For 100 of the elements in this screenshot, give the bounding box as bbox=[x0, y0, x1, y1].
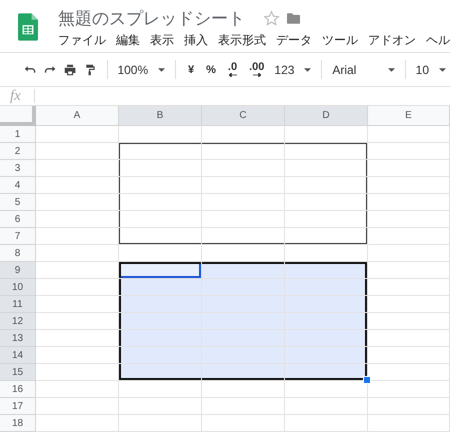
grid-cell[interactable] bbox=[285, 194, 368, 211]
grid-cell[interactable] bbox=[202, 296, 285, 313]
grid-cell[interactable] bbox=[202, 211, 285, 228]
grid-cell[interactable] bbox=[119, 126, 202, 143]
row-header[interactable]: 12 bbox=[0, 313, 36, 330]
grid-cell[interactable] bbox=[36, 415, 119, 432]
grid-cell[interactable] bbox=[119, 398, 202, 415]
grid-cell[interactable] bbox=[285, 313, 368, 330]
column-header[interactable]: B bbox=[119, 106, 202, 126]
grid-cell[interactable] bbox=[285, 245, 368, 262]
dropdown[interactable]: Arial bbox=[328, 62, 399, 76]
grid-cell[interactable] bbox=[368, 245, 450, 262]
row-header[interactable]: 3 bbox=[0, 160, 36, 177]
grid-cell[interactable] bbox=[119, 211, 202, 228]
dropdown[interactable]: 123 bbox=[270, 62, 316, 76]
grid-cell[interactable] bbox=[36, 143, 119, 160]
select-all-corner[interactable] bbox=[0, 106, 36, 126]
grid-cell[interactable] bbox=[368, 279, 450, 296]
grid-cell[interactable] bbox=[119, 279, 202, 296]
grid-cell[interactable] bbox=[368, 211, 450, 228]
row-header[interactable]: 18 bbox=[0, 415, 36, 432]
menu-item[interactable]: 挿入 bbox=[184, 32, 208, 49]
grid-cell[interactable] bbox=[285, 364, 368, 381]
grid-cell[interactable] bbox=[285, 347, 368, 364]
grid-cell[interactable] bbox=[202, 313, 285, 330]
grid-cell[interactable] bbox=[36, 279, 119, 296]
row-header[interactable]: 7 bbox=[0, 228, 36, 245]
grid-cell[interactable] bbox=[285, 177, 368, 194]
grid-cell[interactable] bbox=[119, 313, 202, 330]
grid-cell[interactable] bbox=[119, 177, 202, 194]
row-header[interactable]: 15 bbox=[0, 364, 36, 381]
grid-cell[interactable] bbox=[36, 381, 119, 398]
grid-cell[interactable] bbox=[119, 194, 202, 211]
grid-cell[interactable] bbox=[119, 381, 202, 398]
grid-cell[interactable] bbox=[285, 160, 368, 177]
row-header[interactable]: 17 bbox=[0, 398, 36, 415]
grid-cell[interactable] bbox=[202, 398, 285, 415]
grid-cell[interactable] bbox=[202, 381, 285, 398]
grid-cell[interactable] bbox=[368, 415, 450, 432]
grid-cell[interactable] bbox=[36, 126, 119, 143]
grid-cell[interactable] bbox=[119, 364, 202, 381]
grid-cell[interactable] bbox=[202, 330, 285, 347]
grid-cell[interactable] bbox=[36, 177, 119, 194]
row-header[interactable]: 11 bbox=[0, 296, 36, 313]
row-header[interactable]: 6 bbox=[0, 211, 36, 228]
document-title[interactable]: 無題のスプレッドシート bbox=[58, 6, 245, 30]
menu-item[interactable]: ヘル bbox=[426, 32, 450, 49]
grid-cell[interactable] bbox=[285, 381, 368, 398]
grid-cell[interactable] bbox=[368, 330, 450, 347]
menu-item[interactable]: アドオン bbox=[368, 32, 416, 49]
grid-cell[interactable] bbox=[119, 143, 202, 160]
row-header[interactable]: 4 bbox=[0, 177, 36, 194]
grid-cell[interactable] bbox=[285, 262, 368, 279]
row-header[interactable]: 9 bbox=[0, 262, 36, 279]
grid-cell[interactable] bbox=[368, 194, 450, 211]
grid-cell[interactable] bbox=[202, 160, 285, 177]
row-header[interactable]: 13 bbox=[0, 330, 36, 347]
grid-cell[interactable] bbox=[202, 194, 285, 211]
grid-cell[interactable] bbox=[36, 228, 119, 245]
grid-cell[interactable] bbox=[36, 160, 119, 177]
grid-cell[interactable] bbox=[202, 262, 285, 279]
row-header[interactable]: 16 bbox=[0, 381, 36, 398]
grid-cell[interactable] bbox=[368, 228, 450, 245]
folder-icon[interactable] bbox=[287, 12, 300, 24]
grid-cell[interactable] bbox=[368, 262, 450, 279]
grid-cell[interactable] bbox=[119, 330, 202, 347]
fill-handle[interactable] bbox=[363, 376, 371, 384]
dropdown[interactable]: 100% bbox=[113, 62, 170, 76]
grid-cell[interactable] bbox=[202, 279, 285, 296]
grid-cell[interactable] bbox=[36, 262, 119, 279]
column-header[interactable]: A bbox=[36, 106, 119, 126]
grid-cell[interactable] bbox=[202, 228, 285, 245]
grid-cell[interactable] bbox=[202, 126, 285, 143]
grid-cell[interactable] bbox=[202, 415, 285, 432]
grid-cell[interactable] bbox=[119, 245, 202, 262]
menu-item[interactable]: ファイル bbox=[58, 32, 106, 49]
grid-cell[interactable] bbox=[202, 364, 285, 381]
menu-item[interactable]: ツール bbox=[322, 32, 358, 49]
grid-cell[interactable] bbox=[285, 296, 368, 313]
grid-cell[interactable] bbox=[202, 245, 285, 262]
grid-cell[interactable] bbox=[119, 347, 202, 364]
grid-cell[interactable] bbox=[119, 228, 202, 245]
grid-cell[interactable] bbox=[368, 398, 450, 415]
grid-cell[interactable] bbox=[285, 415, 368, 432]
column-header[interactable]: C bbox=[202, 106, 285, 126]
grid-cell[interactable] bbox=[368, 177, 450, 194]
grid-cell[interactable] bbox=[119, 296, 202, 313]
grid-cell[interactable] bbox=[36, 313, 119, 330]
grid-cell[interactable] bbox=[119, 160, 202, 177]
grid-cell[interactable] bbox=[368, 143, 450, 160]
grid-cell[interactable] bbox=[285, 398, 368, 415]
row-header[interactable]: 5 bbox=[0, 194, 36, 211]
print-icon[interactable] bbox=[64, 62, 76, 76]
grid-cell[interactable] bbox=[285, 211, 368, 228]
decimal-button[interactable]: .00 bbox=[243, 62, 270, 77]
grid-cell[interactable] bbox=[36, 347, 119, 364]
format-button[interactable]: ¥ bbox=[182, 64, 200, 76]
row-header[interactable]: 8 bbox=[0, 245, 36, 262]
grid-cell[interactable] bbox=[36, 245, 119, 262]
grid-cell[interactable] bbox=[36, 398, 119, 415]
